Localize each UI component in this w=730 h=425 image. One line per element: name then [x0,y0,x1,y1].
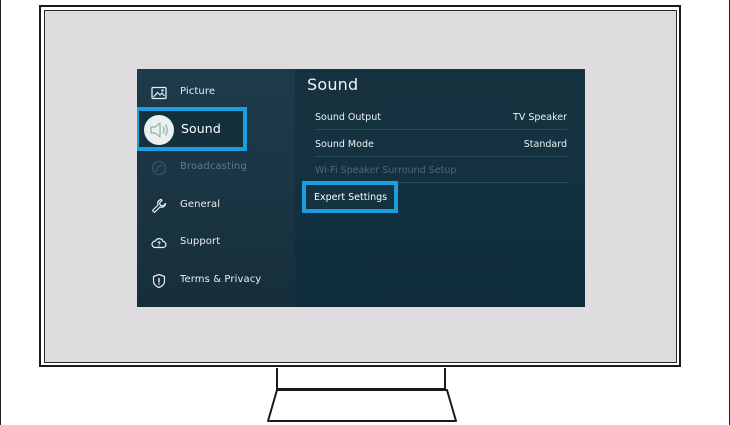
speaker-icon [150,122,168,138]
setting-label: Expert Settings [314,192,388,203]
sidebar-item-label: General [180,199,221,210]
sidebar-item-label: Support [180,236,221,247]
setting-label: Sound Output [315,112,381,123]
divider [315,129,567,130]
cloud-support-icon [151,238,167,249]
sidebar-item-terms-privacy[interactable]: Terms & Privacy [137,266,295,296]
wrench-icon [151,198,167,214]
setting-sound-output[interactable]: Sound Output TV Speaker [315,108,567,128]
setting-label: Wi-Fi Speaker Surround Setup [315,165,457,176]
sidebar-item-picture[interactable]: Picture [137,78,295,108]
setting-label: Sound Mode [315,139,374,150]
sidebar-item-support[interactable]: Support [137,228,295,258]
sidebar-item-general[interactable]: General [137,191,295,221]
picture-icon [151,86,167,100]
sidebar-item-label: Sound [181,121,221,136]
setting-value: Standard [523,139,567,150]
settings-sidebar: Picture Sound Broadcasting General Suppo… [137,69,295,307]
tv-stand-base [267,389,457,422]
divider [315,156,567,157]
sidebar-item-label: Picture [180,86,216,97]
broadcast-icon [151,160,167,176]
setting-sound-mode[interactable]: Sound Mode Standard [315,135,567,155]
sidebar-item-sound[interactable]: Sound [137,107,247,151]
settings-menu: Picture Sound Broadcasting General Suppo… [137,69,585,307]
setting-expert-settings[interactable]: Expert Settings [302,181,398,213]
tv-stand-neck [276,368,446,390]
page-title: Sound [307,75,359,94]
sidebar-item-label: Terms & Privacy [180,274,262,285]
sidebar-item-label: Broadcasting [180,161,247,172]
sidebar-item-broadcasting[interactable]: Broadcasting [137,153,295,183]
shield-icon [152,273,166,289]
setting-wifi-speaker-surround-setup: Wi-Fi Speaker Surround Setup [315,161,567,181]
sound-icon-badge [144,115,174,145]
page-border-left [0,0,1,425]
sound-settings-panel: Sound Sound Output TV Speaker Sound Mode… [295,69,585,307]
setting-value: TV Speaker [513,112,567,123]
